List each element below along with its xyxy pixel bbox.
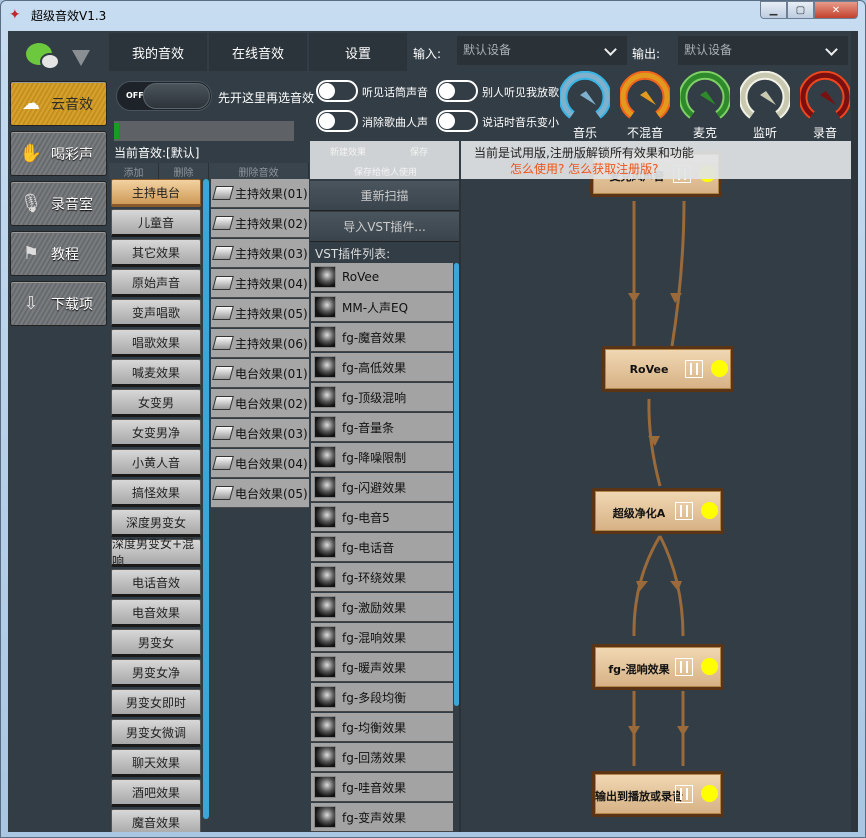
effect-node[interactable]: RoVee	[602, 346, 734, 392]
wire	[632, 535, 662, 637]
main-client-area: 我的音效 在线音效 设置 输入: 默认设备 输出: 默认设备 ☁ 云音效 ✋ 喝…	[8, 31, 858, 832]
arrow-icon	[670, 581, 682, 591]
effect-node[interactable]: 输出到播放或录音	[592, 771, 724, 817]
enabled-indicator[interactable]	[701, 502, 718, 519]
arrow-icon	[677, 726, 689, 736]
node-label: RoVee	[629, 363, 669, 376]
node-label: 输出到播放或录音	[595, 790, 683, 803]
node-label: 超级净化A	[612, 507, 666, 520]
maximize-button[interactable]: ▢	[787, 1, 814, 19]
trial-banner: 当前是试用版,注册版解锁所有效果和功能 怎么使用? 怎么获取注册版?	[461, 141, 851, 179]
minimize-button[interactable]: ▁	[760, 1, 787, 19]
enabled-indicator[interactable]	[701, 785, 718, 802]
effect-actions-overlay: 新建效果 保存 保存给他人使用	[310, 141, 459, 179]
save-share-button[interactable]: 保存给他人使用	[354, 165, 417, 178]
window-title: 超级音效V1.3	[31, 9, 107, 23]
arrow-icon	[628, 726, 640, 736]
settings-sliders-icon[interactable]	[675, 785, 693, 803]
settings-sliders-icon[interactable]	[675, 502, 693, 520]
title-bar: ✦ 超级音效V1.3 ▁ ▢ ✕	[1, 1, 865, 29]
effect-node[interactable]: fg-混响效果	[592, 644, 724, 690]
save-button[interactable]: 保存	[410, 145, 428, 158]
app-logo-icon: ✦	[9, 7, 21, 23]
app-window: ✦ 超级音效V1.3 ▁ ▢ ✕ 我的音效 在线音效 设置 输入: 默认设备 输…	[0, 0, 866, 838]
effect-node[interactable]: 超级净化A	[592, 488, 724, 534]
close-button[interactable]: ✕	[814, 1, 858, 19]
canvas-scrollbar[interactable]	[851, 31, 858, 832]
arrow-icon	[670, 293, 682, 303]
enabled-indicator[interactable]	[711, 360, 728, 377]
settings-sliders-icon[interactable]	[685, 360, 703, 378]
help-register-link[interactable]: 怎么使用? 怎么获取注册版?	[510, 160, 659, 177]
trial-notice: 当前是试用版,注册版解锁所有效果和功能	[474, 146, 694, 160]
arrow-icon	[628, 293, 640, 303]
enabled-indicator[interactable]	[701, 658, 718, 675]
settings-sliders-icon[interactable]	[675, 658, 693, 676]
wire	[670, 200, 686, 347]
new-effect-button[interactable]: 新建效果	[330, 145, 366, 158]
node-label: fg-混响效果	[608, 663, 670, 676]
